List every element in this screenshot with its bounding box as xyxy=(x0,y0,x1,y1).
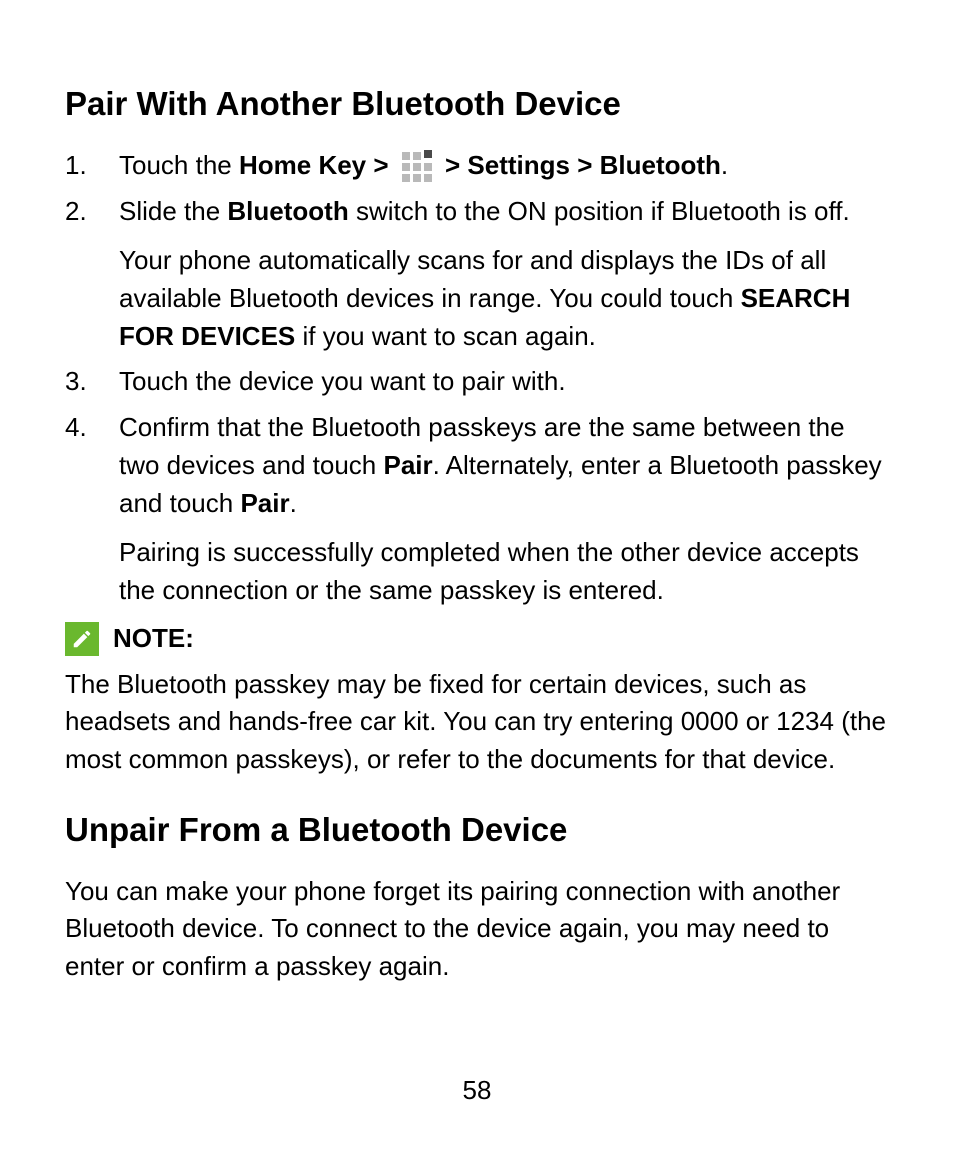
step-bold: Home Key > xyxy=(239,150,396,180)
step-bold: Bluetooth xyxy=(227,196,348,226)
apps-grid-icon xyxy=(400,150,434,184)
step-text: Slide the xyxy=(119,196,227,226)
note-header: NOTE: xyxy=(65,622,889,656)
step-text: if you want to scan again. xyxy=(295,321,596,351)
step-text: switch to the ON position if Bluetooth i… xyxy=(349,196,850,226)
note-body: The Bluetooth passkey may be fixed for c… xyxy=(65,666,889,779)
step-text: Your phone automatically scans for and d… xyxy=(119,245,826,313)
pencil-icon xyxy=(65,622,99,656)
step-4: Confirm that the Bluetooth passkeys are … xyxy=(65,409,889,609)
page-number: 58 xyxy=(0,1075,954,1106)
step-bold: > Settings > Bluetooth xyxy=(438,150,721,180)
step-1: Touch the Home Key > > Settings > Blueto… xyxy=(65,147,889,185)
step-bold: Pair xyxy=(384,450,433,480)
steps-list: Touch the Home Key > > Settings > Blueto… xyxy=(65,147,889,610)
section-body: You can make your phone forget its pairi… xyxy=(65,873,889,986)
step-sub: Pairing is successfully completed when t… xyxy=(119,534,889,609)
step-3: Touch the device you want to pair with. xyxy=(65,363,889,401)
section-heading-pair: Pair With Another Bluetooth Device xyxy=(65,85,889,123)
note-label: NOTE: xyxy=(113,623,194,654)
step-2: Slide the Bluetooth switch to the ON pos… xyxy=(65,193,889,356)
section-heading-unpair: Unpair From a Bluetooth Device xyxy=(65,811,889,849)
step-text: . xyxy=(721,150,728,180)
step-bold: Pair xyxy=(240,488,289,518)
step-text: . xyxy=(290,488,297,518)
step-sub: Your phone automatically scans for and d… xyxy=(119,242,889,355)
step-text: Touch the xyxy=(119,150,239,180)
